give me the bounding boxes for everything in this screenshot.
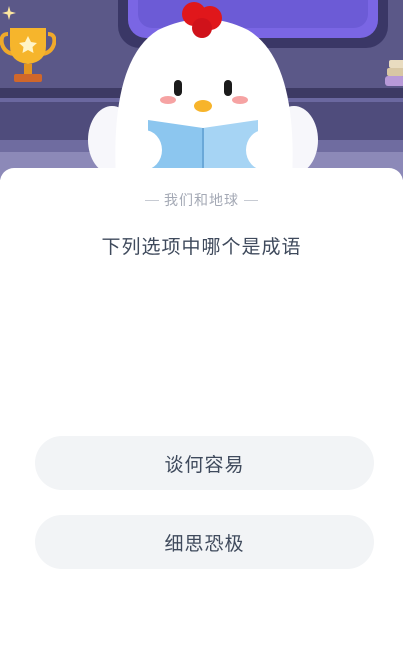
category-decoration-left [145,199,159,201]
star-sparkle-icon [2,6,16,20]
answer-option-1-label: 谈何容易 [164,453,245,476]
category-label: 我们和地球 [0,190,403,210]
trophy-icon [0,28,56,82]
answer-option-1[interactable]: 谈何容易 [35,436,374,490]
category-text: 我们和地球 [164,193,239,209]
header-illustration [0,0,403,180]
answer-option-2[interactable]: 细思恐极 [35,515,374,569]
chick-mascot [88,2,318,180]
category-decoration-right [244,199,258,201]
question-card: 我们和地球 下列选项中哪个是成语 谈何容易 细思恐极 [0,168,403,664]
answer-option-2-label: 细思恐极 [164,532,245,555]
quiz-screen: 我们和地球 下列选项中哪个是成语 谈何容易 细思恐极 [0,0,403,664]
question-text: 下列选项中哪个是成语 [101,236,302,258]
books-icon [385,60,403,86]
